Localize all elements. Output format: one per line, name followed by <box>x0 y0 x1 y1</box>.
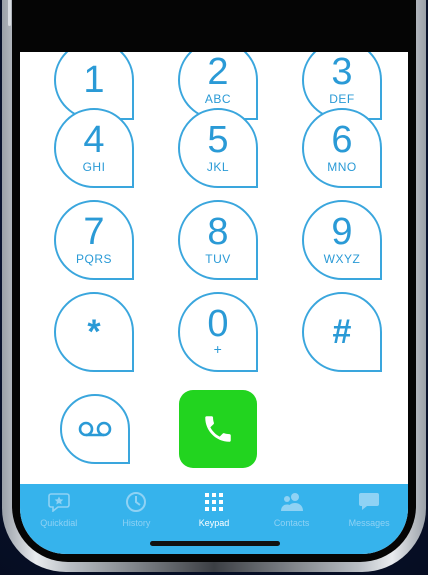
key-digit: 8 <box>207 211 229 253</box>
tab-messages[interactable]: Messages <box>332 484 406 528</box>
voicemail-button[interactable] <box>60 394 130 464</box>
chat-bubble-icon <box>357 490 381 514</box>
call-button[interactable] <box>179 390 257 468</box>
key-0[interactable]: 0 + <box>178 292 258 372</box>
home-indicator[interactable] <box>150 541 280 546</box>
key-hash[interactable]: # <box>302 292 382 372</box>
key-star[interactable]: * <box>54 292 134 372</box>
key-digit: 2 <box>207 52 229 93</box>
screenshot-stage: 1 2 ABC 3 DEF 4 GHI 5 JKL 6 MNO 7 PQRS 8… <box>0 0 428 575</box>
key-8[interactable]: 8 TUV <box>178 200 258 280</box>
voicemail-icon <box>78 421 112 437</box>
key-letters: JKL <box>206 160 230 174</box>
tab-label: History <box>122 518 151 528</box>
key-6[interactable]: 6 MNO <box>302 108 382 188</box>
key-letters: GHI <box>82 160 106 174</box>
key-letters: TUV <box>205 252 231 266</box>
key-digit: 5 <box>207 119 229 161</box>
tab-label: Messages <box>348 518 390 528</box>
key-digit: 6 <box>331 119 353 161</box>
contacts-icon <box>280 490 304 514</box>
key-letters: WXYZ <box>323 252 361 266</box>
key-letters: PQRS <box>75 252 112 266</box>
phone-handset-icon <box>205 416 231 442</box>
key-letters: DEF <box>329 92 355 106</box>
key-digit: 9 <box>331 211 353 253</box>
key-digit: 4 <box>83 119 105 161</box>
key-letters: + <box>213 341 223 357</box>
tab-label: Quickdial <box>40 518 78 528</box>
key-letters: ABC <box>204 92 232 106</box>
key-digit: 1 <box>83 59 105 101</box>
key-letters: MNO <box>327 160 357 174</box>
dial-keypad: 1 2 ABC 3 DEF 4 GHI 5 JKL 6 MNO 7 PQRS 8… <box>20 52 408 482</box>
tab-label: Keypad <box>198 518 230 528</box>
phone-side-highlight <box>8 0 11 26</box>
key-digit: 7 <box>83 211 105 253</box>
star-icon <box>47 490 71 514</box>
key-digit: 0 <box>207 303 229 345</box>
key-7[interactable]: 7 PQRS <box>54 200 134 280</box>
key-9[interactable]: 9 WXYZ <box>302 200 382 280</box>
keypad-grid-icon <box>202 490 226 514</box>
key-digit: 3 <box>331 52 353 93</box>
tab-label: Contacts <box>273 518 310 528</box>
tab-history[interactable]: History <box>99 484 173 528</box>
tab-contacts[interactable]: Contacts <box>255 484 329 528</box>
key-4[interactable]: 4 GHI <box>54 108 134 188</box>
key-5[interactable]: 5 JKL <box>178 108 258 188</box>
clock-icon <box>124 490 148 514</box>
phone-screen: 1 2 ABC 3 DEF 4 GHI 5 JKL 6 MNO 7 PQRS 8… <box>20 52 408 554</box>
tab-quickdial[interactable]: Quickdial <box>22 484 96 528</box>
key-digit: # <box>332 313 352 351</box>
tab-keypad[interactable]: Keypad <box>177 484 251 528</box>
key-digit: * <box>87 313 101 351</box>
